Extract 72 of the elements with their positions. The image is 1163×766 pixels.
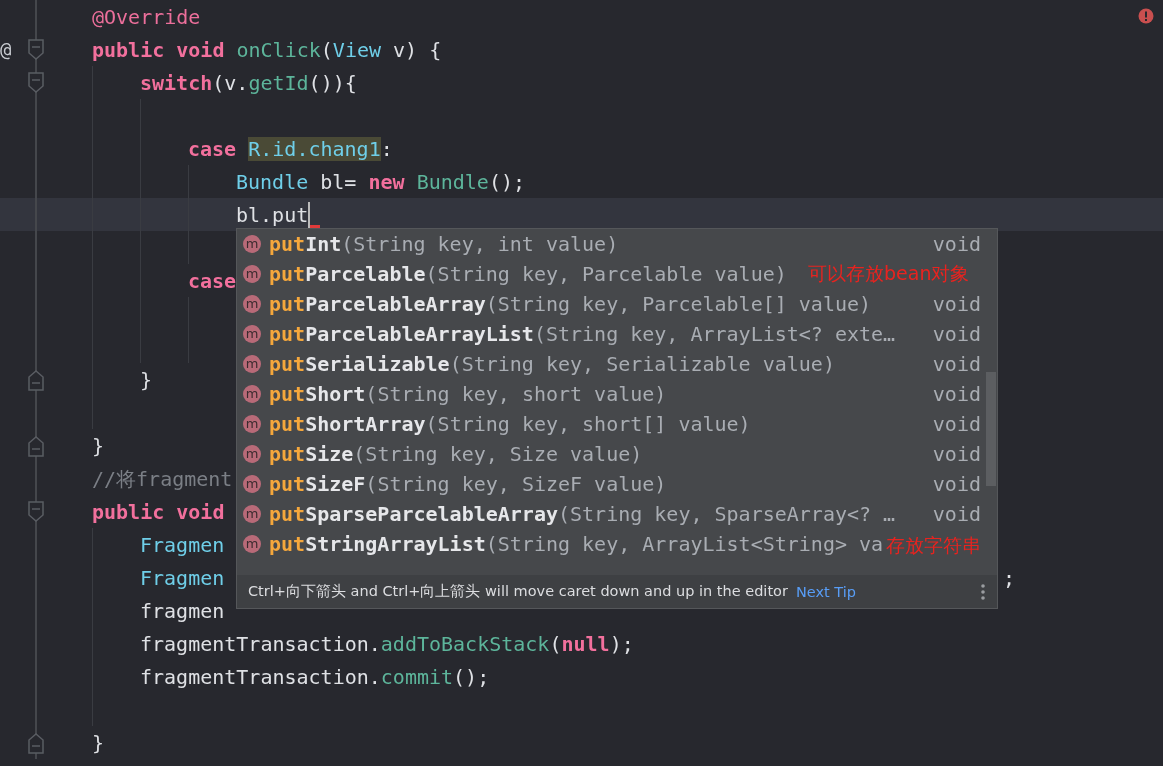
code-token: (v. [212, 69, 249, 96]
fold-icon[interactable] [28, 72, 44, 94]
code-token: fragmen [140, 597, 225, 624]
fold-icon[interactable] [28, 435, 44, 457]
tip-text: Ctrl+向下箭头 and Ctrl+向上箭头 will move caret down and up in the editor [248, 582, 788, 601]
method-icon: m [243, 295, 261, 313]
code-token: View [332, 36, 381, 63]
method-icon: m [243, 235, 261, 253]
code-token: @Override [92, 3, 201, 30]
completion-item[interactable]: m putInt(String key, int value) void [237, 229, 997, 259]
code-token: getId [248, 69, 309, 96]
completion-item[interactable]: m putParcelableArray(String key, Parcelable[] value) void [237, 289, 997, 319]
code-token: addToBackStack [380, 630, 550, 657]
method-icon: m [243, 385, 261, 403]
code-token: null [561, 630, 610, 657]
annotation-note: 可以存放bean对象 [808, 261, 970, 286]
fold-icon[interactable] [28, 39, 44, 61]
completion-item[interactable]: m putParcelableArrayList(String key, ArrayList<? exte… void [237, 319, 997, 349]
code-token: ; [1002, 564, 1015, 591]
code-token: new [368, 168, 406, 195]
method-icon: m [243, 355, 261, 373]
code-token: case [188, 267, 237, 294]
fold-icon[interactable] [28, 732, 44, 754]
code-token: Fragmen [140, 564, 225, 591]
code-comment: //将fragment [92, 465, 233, 492]
code-token: ( [549, 630, 562, 657]
code-token: Bundle [236, 168, 309, 195]
completion-item[interactable]: m putSerializable(String key, Serializable value) void [237, 349, 997, 379]
completion-item[interactable]: m putShortArray(String key, short[] value) void [237, 409, 997, 439]
code-token: switch [140, 69, 213, 96]
code-token: fragmentTransaction. [140, 663, 381, 690]
completion-item[interactable]: m putParcelable(String key, Parcelable value) [237, 259, 787, 289]
code-token: v) { [392, 36, 442, 63]
fold-icon[interactable] [28, 369, 44, 391]
code-token: ()){ [308, 69, 357, 96]
method-icon: m [243, 265, 261, 283]
code-token: public void [92, 498, 225, 525]
code-token: (); [453, 663, 490, 690]
method-icon: m [243, 445, 261, 463]
code-token: } [92, 432, 105, 459]
completion-item[interactable]: m putSizeF(String key, SizeF value) void [237, 469, 997, 499]
code-token: } [92, 729, 105, 756]
code-token: bl= [319, 168, 358, 195]
error-icon[interactable] [1138, 8, 1154, 24]
code-token: bl.put [236, 201, 309, 228]
method-icon: m [243, 505, 261, 523]
method-icon: m [243, 535, 261, 553]
next-tip-link[interactable]: Next Tip [795, 583, 856, 600]
completion-item[interactable]: m putStringArrayList(String key, ArrayList<String> va [237, 529, 884, 559]
more-icon[interactable] [981, 582, 985, 601]
code-token: Bundle [416, 168, 489, 195]
annotation-note: 存放字符串 [886, 533, 981, 558]
completion-item[interactable]: m putSize(String key, Size value) void [237, 439, 997, 469]
code-token: } [140, 366, 153, 393]
completion-item[interactable]: m putShort(String key, short value) void [237, 379, 997, 409]
code-token: (); [488, 168, 525, 195]
code-token: case [188, 135, 238, 162]
code-token: R.id.chang1 [248, 135, 381, 162]
completion-item[interactable]: m putSparseParcelableArray(String key, SparseArray<? … void [237, 499, 997, 529]
code-token: public void [92, 36, 226, 63]
method-icon: m [243, 415, 261, 433]
method-icon: m [243, 325, 261, 343]
method-icon: m [243, 475, 261, 493]
code-token: onClick [236, 36, 321, 63]
override-marker[interactable]: @ [0, 38, 12, 60]
fold-icon[interactable] [28, 501, 44, 523]
code-token: ); [609, 630, 634, 657]
code-token: commit [380, 663, 454, 690]
code-token: ( [320, 36, 333, 63]
code-token: : [380, 135, 393, 162]
code-token: Fragmen [140, 531, 225, 558]
code-token: fragmentTransaction. [140, 630, 381, 657]
